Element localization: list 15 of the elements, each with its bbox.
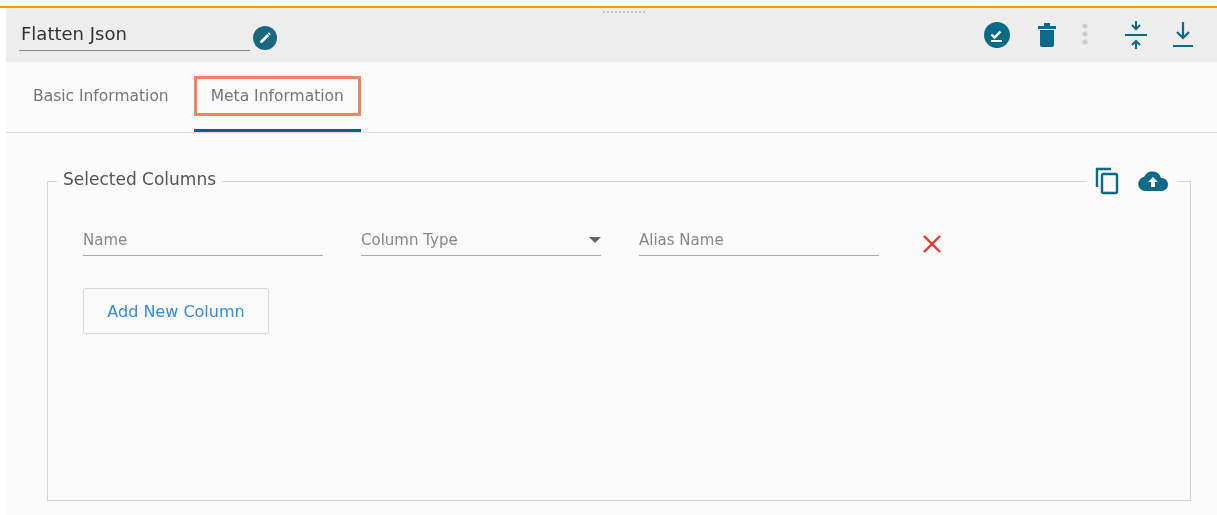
caret-icon bbox=[589, 237, 601, 243]
tab[interactable]: Basic Information bbox=[16, 62, 186, 132]
cloud-upload-icon[interactable] bbox=[1137, 170, 1169, 192]
collapse-icon[interactable] bbox=[1125, 21, 1147, 49]
download-icon[interactable] bbox=[1173, 22, 1193, 48]
title-field[interactable]: Flatten Json bbox=[19, 19, 250, 51]
edit-pencil-icon[interactable] bbox=[253, 26, 277, 50]
add-new-column-button[interactable]: Add New Column bbox=[83, 288, 269, 334]
remove-x-icon[interactable] bbox=[923, 234, 941, 253]
check-circle-icon[interactable] bbox=[984, 22, 1010, 48]
column-type-dropdown[interactable]: Column Type bbox=[361, 231, 601, 256]
trash-icon[interactable] bbox=[1038, 23, 1056, 47]
input-field[interactable]: Name bbox=[83, 231, 323, 256]
copy-icon[interactable] bbox=[1095, 167, 1119, 195]
input-field[interactable]: Alias Name bbox=[639, 231, 879, 256]
